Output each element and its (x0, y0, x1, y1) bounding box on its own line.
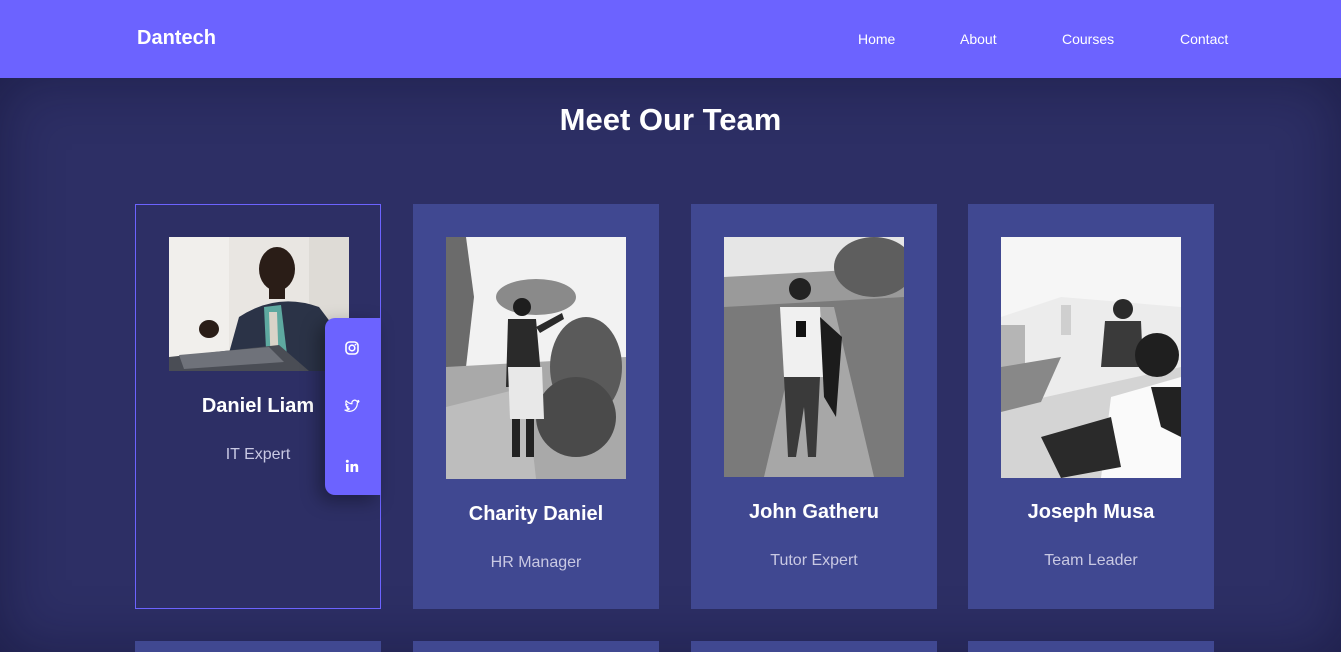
twitter-icon[interactable] (344, 398, 360, 414)
member-name: John Gatheru (748, 501, 879, 523)
member-role: Team Leader (1044, 552, 1138, 569)
team-card-joseph-musa[interactable]: Joseph Musa Team Leader (968, 204, 1214, 609)
nav-link-about[interactable]: About (960, 31, 997, 47)
section-title: Meet Our Team (559, 102, 782, 137)
member-role: Tutor Expert (770, 552, 858, 569)
social-links-panel (325, 318, 381, 495)
member-photo (169, 237, 349, 371)
instagram-icon[interactable] (344, 340, 360, 356)
team-card[interactable] (691, 641, 937, 652)
linkedin-icon[interactable] (344, 458, 360, 474)
member-photo (724, 237, 904, 477)
member-name: Charity Daniel (468, 503, 604, 525)
team-card[interactable] (413, 641, 659, 652)
nav-link-courses[interactable]: Courses (1062, 31, 1114, 47)
team-card[interactable] (135, 641, 381, 652)
nav-link-home[interactable]: Home (858, 31, 895, 47)
member-photo (446, 237, 626, 479)
team-card[interactable] (968, 641, 1214, 652)
navbar: Dantech Home About Courses Contact (0, 0, 1341, 78)
member-role: HR Manager (490, 554, 582, 571)
member-name: Joseph Musa (1027, 501, 1155, 523)
brand-logo[interactable]: Dantech (137, 27, 216, 50)
team-card-charity-daniel[interactable]: Charity Daniel HR Manager (413, 204, 659, 609)
team-card-john-gatheru[interactable]: John Gatheru Tutor Expert (691, 204, 937, 609)
nav-link-contact[interactable]: Contact (1180, 31, 1228, 47)
member-photo (1001, 237, 1181, 478)
